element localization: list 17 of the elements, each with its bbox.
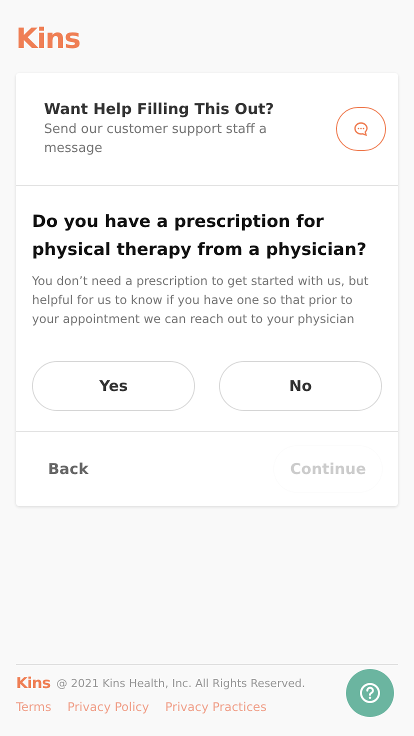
kins-logo: Kins	[16, 674, 50, 692]
help-button[interactable]	[346, 669, 394, 717]
help-description: Send our customer support staff a message	[44, 121, 268, 158]
question-description: You don’t need a prescription to get started with us, but helpful for us to know if you have one so that prior to your appointment we can reach out to your physician	[32, 273, 370, 328]
copyright-text: @ 2021 Kins Health, Inc. All Rights Reserved.	[56, 676, 306, 690]
answer-option[interactable]: Yes	[32, 361, 195, 411]
kins-logo: Kins	[16, 22, 80, 56]
question-title: Do you have a prescription for physical therapy from a physician?	[32, 211, 368, 262]
question-mark-icon	[359, 682, 381, 704]
chat-bubble-icon	[353, 121, 369, 137]
back-button[interactable]: Back	[32, 454, 104, 484]
help-title: Want Help Filling This Out?	[44, 100, 275, 118]
chat-button[interactable]	[336, 107, 386, 151]
footer-link[interactable]: Privacy Policy	[67, 700, 150, 714]
footer-link[interactable]: Terms	[16, 700, 52, 714]
answer-option[interactable]: No	[219, 361, 382, 411]
footer-link[interactable]: Privacy Practices	[165, 700, 267, 714]
